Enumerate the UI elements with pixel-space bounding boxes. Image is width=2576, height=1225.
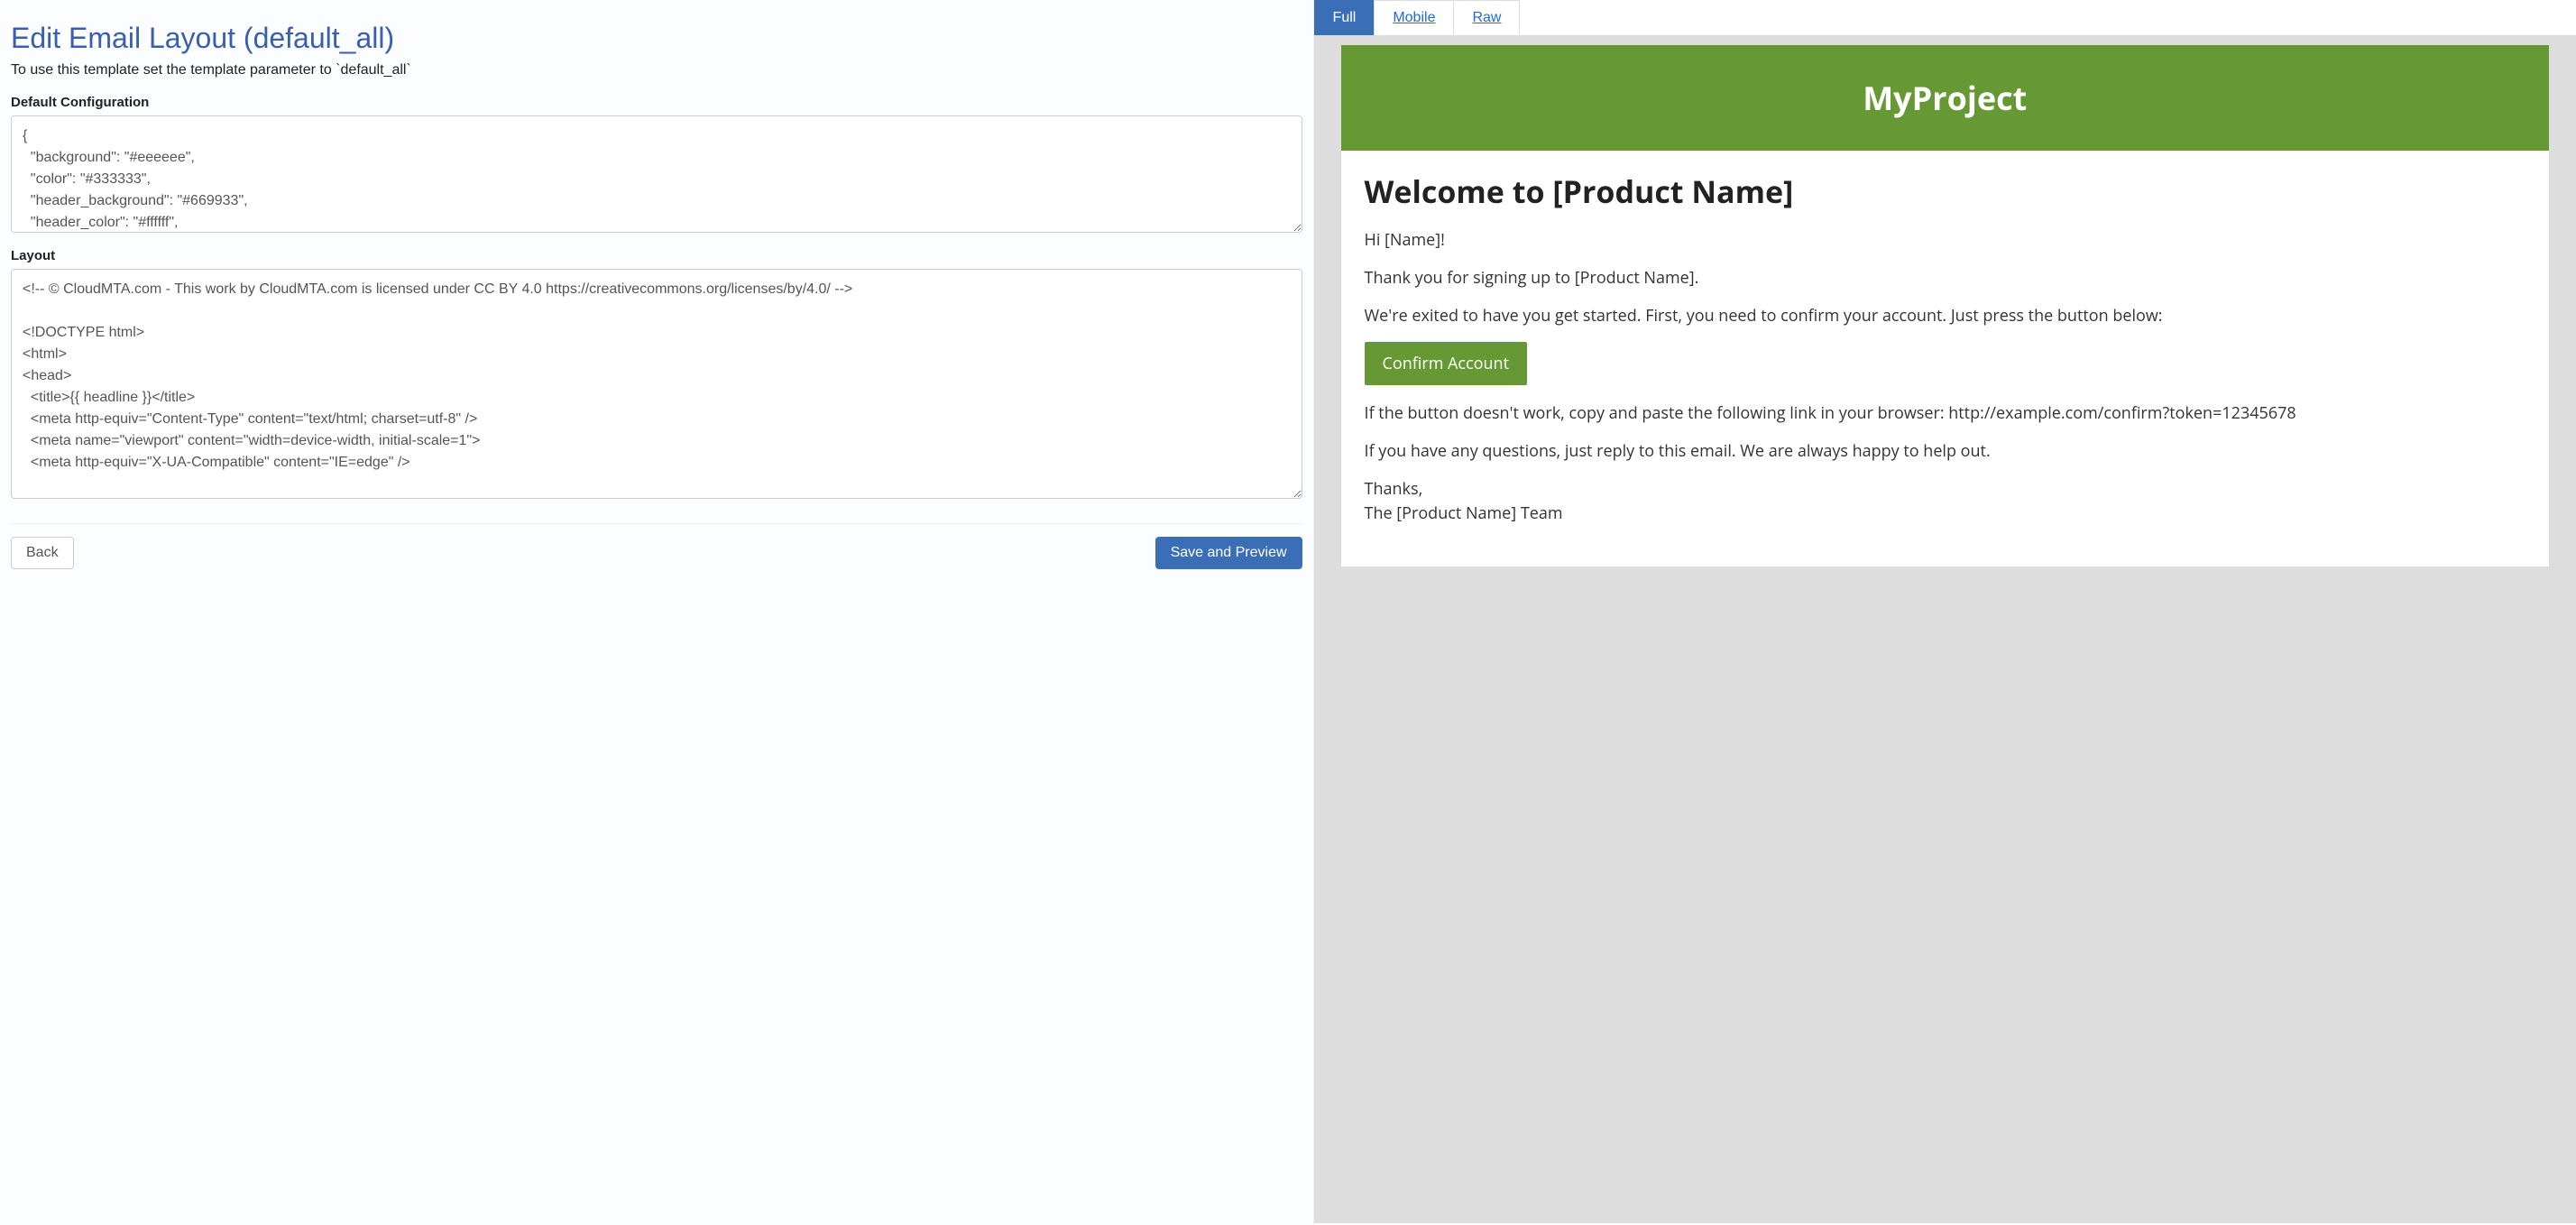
email-fallback-link: If the button doesn't work, copy and pas…: [1365, 401, 2525, 425]
page-subtitle: To use this template set the template pa…: [11, 62, 1302, 78]
signoff-team: The [Product Name] Team: [1365, 502, 1563, 524]
editor-panel: Edit Email Layout (default_all) To use t…: [0, 0, 1314, 1225]
email-body: Welcome to [Product Name] Hi [Name]! Tha…: [1341, 151, 2549, 566]
back-button[interactable]: Back: [11, 537, 74, 569]
tab-raw[interactable]: Raw: [1453, 0, 1520, 35]
layout-label: Layout: [11, 248, 1302, 263]
email-excited: We're exited to have you get started. Fi…: [1365, 304, 2525, 327]
email-header: MyProject: [1341, 45, 2549, 151]
email-questions: If you have any questions, just reply to…: [1365, 439, 2525, 463]
config-label: Default Configuration: [11, 95, 1302, 110]
email-signoff: Thanks, The [Product Name] Team: [1365, 477, 2525, 524]
email-thanks: Thank you for signing up to [Product Nam…: [1365, 266, 2525, 290]
page-title: Edit Email Layout (default_all): [11, 22, 1302, 55]
config-textarea[interactable]: [11, 115, 1302, 233]
email-welcome-heading: Welcome to [Product Name]: [1365, 170, 2525, 212]
preview-frame: MyProject Welcome to [Product Name] Hi […: [1314, 36, 2576, 1223]
confirm-account-button[interactable]: Confirm Account: [1365, 342, 1527, 385]
layout-textarea[interactable]: [11, 269, 1302, 499]
button-row: Back Save and Preview: [11, 523, 1302, 569]
preview-tabs: Full Mobile Raw: [1314, 0, 2576, 36]
tab-full[interactable]: Full: [1314, 0, 1375, 35]
tab-mobile[interactable]: Mobile: [1374, 0, 1454, 35]
preview-panel: Full Mobile Raw MyProject Welcome to [Pr…: [1314, 0, 2576, 1225]
email-card: MyProject Welcome to [Product Name] Hi […: [1341, 45, 2549, 566]
email-greeting: Hi [Name]!: [1365, 228, 2525, 252]
save-preview-button[interactable]: Save and Preview: [1155, 537, 1302, 569]
signoff-thanks: Thanks,: [1365, 478, 1423, 500]
